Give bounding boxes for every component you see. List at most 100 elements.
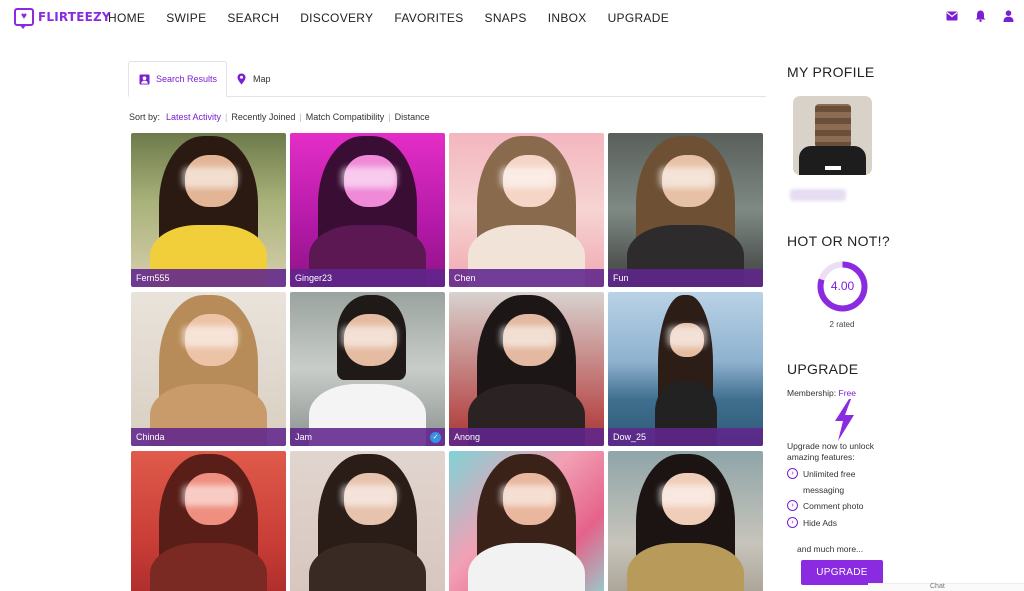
map-pin-icon xyxy=(236,73,247,85)
nav-discovery[interactable]: DISCOVERY xyxy=(300,11,373,25)
profile-username-blurred xyxy=(790,189,846,201)
brand-name: FLIRTEEZY xyxy=(38,10,111,24)
membership-value: Free xyxy=(838,388,856,398)
profile-card[interactable]: Chen xyxy=(449,133,604,287)
sort-distance[interactable]: Distance xyxy=(395,112,430,122)
tab-search-results[interactable]: Search Results xyxy=(128,61,227,97)
chat-label: Chat xyxy=(930,583,945,590)
profile-name: Chinda xyxy=(136,432,165,442)
profile-card[interactable]: Fern555 xyxy=(131,133,286,287)
tab-map-label: Map xyxy=(253,74,271,84)
results-tabs: Search Results Map xyxy=(128,61,766,97)
nav-snaps[interactable]: SNAPS xyxy=(485,11,527,25)
my-profile-heading: MY PROFILE xyxy=(787,64,875,80)
upgrade-button[interactable]: UPGRADE xyxy=(801,560,883,585)
feature-label: Comment photo xyxy=(803,501,864,511)
feature-item: › Comment photo xyxy=(787,498,863,514)
verified-check-icon: ✓ xyxy=(430,432,441,443)
profile-name: Chen xyxy=(454,273,476,283)
rated-count: 2 rated xyxy=(829,320,855,329)
user-square-icon xyxy=(139,74,150,85)
chevron-right-icon: › xyxy=(787,500,798,511)
profile-card[interactable] xyxy=(290,451,445,591)
chat-bar[interactable]: Chat xyxy=(868,583,1024,591)
lightning-bolt-icon xyxy=(835,399,854,441)
brand-logo[interactable]: ♥ FLIRTEEZY xyxy=(14,8,111,29)
profile-card[interactable] xyxy=(608,451,763,591)
profile-card[interactable] xyxy=(449,451,604,591)
profile-photo xyxy=(449,292,604,446)
membership-label: Membership: xyxy=(787,388,837,398)
more-features-text: and much more... xyxy=(797,544,864,554)
profile-grid: Fern555 Ginger23 Chen Fun Chinda Jam ✓ A… xyxy=(131,133,764,591)
profile-card[interactable]: Jam ✓ xyxy=(290,292,445,446)
tab-search-results-label: Search Results xyxy=(156,74,218,84)
chevron-right-icon: › xyxy=(787,468,798,479)
profile-nameplate: Dow_25 xyxy=(608,428,763,446)
upsell-text: Upgrade now to unlock amazing features: xyxy=(787,441,874,462)
profile-nameplate: Fun xyxy=(608,269,763,287)
profile-photo xyxy=(290,133,445,287)
feature-label: Hide Ads xyxy=(803,518,838,528)
profile-photo xyxy=(131,133,286,287)
feature-label: Unlimited free messaging xyxy=(803,469,856,495)
mail-icon[interactable] xyxy=(946,10,958,22)
rating-value: 4.00 xyxy=(830,279,855,293)
profile-nameplate: Ginger23 xyxy=(290,269,445,287)
sort-bar: Sort by: Latest Activity | Recently Join… xyxy=(129,112,430,122)
sort-match-compatibility[interactable]: Match Compatibility xyxy=(306,112,385,122)
nav-favorites[interactable]: FAVORITES xyxy=(394,11,463,25)
bell-icon[interactable] xyxy=(974,10,986,22)
tab-map[interactable]: Map xyxy=(236,61,271,97)
profile-name: Fun xyxy=(613,273,629,283)
profile-photo xyxy=(290,292,445,446)
chevron-right-icon: › xyxy=(787,517,798,528)
speech-bubble-heart-icon: ♥ xyxy=(14,8,34,29)
profile-photo xyxy=(608,292,763,446)
feature-item: › Unlimited free messaging xyxy=(787,466,897,498)
profile-photo xyxy=(608,133,763,287)
user-icon[interactable] xyxy=(1002,10,1014,22)
sort-divider: | xyxy=(388,112,391,122)
nav-inbox[interactable]: INBOX xyxy=(548,11,587,25)
hot-or-not-heading: HOT OR NOT!? xyxy=(787,233,890,249)
sort-label: Sort by: xyxy=(129,112,161,122)
profile-name: Jam xyxy=(295,432,313,442)
profile-nameplate: Fern555 xyxy=(131,269,286,287)
profile-name: Dow_25 xyxy=(613,432,647,442)
membership-status: Membership: Free xyxy=(787,388,856,398)
profile-card[interactable]: Dow_25 xyxy=(608,292,763,446)
profile-nameplate: Chen xyxy=(449,269,604,287)
profile-photo xyxy=(131,292,286,446)
top-icons xyxy=(946,10,1014,22)
sort-divider: | xyxy=(225,112,228,122)
top-navigation-bar: ♥ FLIRTEEZY HOME SWIPE SEARCH DISCOVERY … xyxy=(0,0,1024,36)
sort-latest-activity[interactable]: Latest Activity xyxy=(166,112,221,122)
profile-card[interactable]: Ginger23 xyxy=(290,133,445,287)
profile-name: Anong xyxy=(454,432,481,442)
profile-name: Fern555 xyxy=(136,273,170,283)
profile-card[interactable]: Anong xyxy=(449,292,604,446)
sort-recently-joined[interactable]: Recently Joined xyxy=(231,112,295,122)
avatar[interactable] xyxy=(793,96,872,175)
nav-swipe[interactable]: SWIPE xyxy=(166,11,206,25)
nav-search[interactable]: SEARCH xyxy=(227,11,279,25)
profile-photo xyxy=(131,451,286,591)
profile-photo xyxy=(449,451,604,591)
profile-photo xyxy=(449,133,604,287)
profile-card[interactable]: Fun xyxy=(608,133,763,287)
nav-upgrade[interactable]: UPGRADE xyxy=(608,11,669,25)
profile-nameplate: Anong xyxy=(449,428,604,446)
sort-divider: | xyxy=(299,112,302,122)
nav-home[interactable]: HOME xyxy=(108,11,145,25)
profile-name: Ginger23 xyxy=(295,273,333,283)
profile-nameplate: Jam xyxy=(290,428,445,446)
feature-item: › Hide Ads xyxy=(787,515,837,531)
main-nav: HOME SWIPE SEARCH DISCOVERY FAVORITES SN… xyxy=(108,11,690,25)
profile-card[interactable] xyxy=(131,451,286,591)
profile-photo xyxy=(290,451,445,591)
profile-nameplate: Chinda xyxy=(131,428,286,446)
profile-photo xyxy=(608,451,763,591)
upgrade-heading: UPGRADE xyxy=(787,361,859,377)
profile-card[interactable]: Chinda xyxy=(131,292,286,446)
